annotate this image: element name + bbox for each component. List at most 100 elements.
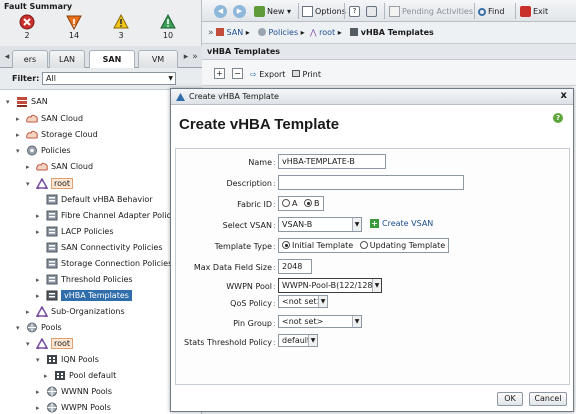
collapse-icon[interactable]: ▾ (16, 143, 24, 159)
expand-icon[interactable]: ▸ (36, 208, 44, 224)
updating-template-radio[interactable]: Updating Template (359, 241, 445, 250)
tree-node-iqn-pools[interactable]: ▾ IQN Pools (36, 352, 99, 368)
pin-group-select[interactable]: <not set> ▼ (278, 315, 362, 328)
tree-node-vhba-templates[interactable]: ▸ vHBA Templates (36, 288, 132, 304)
tree-node-san-connectivity-policies[interactable]: SAN Connectivity Policies (36, 240, 163, 256)
pin-group-row: Pin Group : <not set> ▼ (176, 315, 569, 331)
expand-icon[interactable]: ▸ (16, 127, 24, 143)
tree-node-label: SAN Cloud (51, 162, 94, 171)
expand-icon[interactable]: ▸ (36, 384, 44, 400)
tree-node-sub-organizations[interactable]: ▸ Sub-Organizations (26, 304, 125, 320)
expand-icon[interactable]: ▸ (36, 400, 44, 414)
stats-threshold-select[interactable]: default ▼ (278, 334, 318, 347)
filter-select[interactable]: All ▼ (42, 72, 176, 85)
add-icon[interactable]: + (214, 68, 225, 79)
tree-node-label: Threshold Policies (61, 275, 133, 284)
initial-template-radio[interactable]: Initial Template (282, 241, 353, 250)
binoculars-icon (478, 7, 486, 16)
export-button[interactable]: ⇨ Export (250, 68, 285, 81)
description-label: Description (226, 179, 272, 188)
tree-node-default-vhba-behavior[interactable]: Default vHBA Behavior (36, 192, 153, 208)
tree-node-label: SAN Connectivity Policies (61, 243, 163, 252)
help-icon[interactable]: ? (349, 6, 360, 17)
tab-more-icon[interactable]: » (190, 51, 200, 63)
tree-node-pools[interactable]: ▾ Pools (16, 320, 62, 336)
tab-scroll-left-icon[interactable]: ◂ (2, 51, 12, 63)
tree-node-pool-default[interactable]: ▸ Pool default (44, 368, 116, 384)
tree-node-policies-san-cloud[interactable]: ▸ SAN Cloud (26, 159, 93, 175)
expand-icon[interactable]: ▸ (26, 304, 34, 320)
tree-node-san[interactable]: ▾ SAN (6, 94, 48, 110)
chevron-down-icon: ▼ (352, 218, 361, 231)
collapse-icon[interactable]: ▾ (26, 176, 34, 192)
fabric-b-radio[interactable]: B (304, 199, 320, 208)
tree-node-wwnn-pools[interactable]: ▸ WWNN Pools (36, 384, 112, 400)
new-menu-button[interactable]: New ▾ (254, 5, 291, 18)
wwpn-pool-select[interactable]: WWPN-Pool-B(122/128) ▼ (278, 278, 382, 293)
collapse-icon[interactable]: ▾ (26, 336, 34, 352)
qos-policy-select[interactable]: <not set> ▼ (278, 295, 328, 308)
tree-node-policies[interactable]: ▾ Policies (16, 143, 71, 159)
template-form: Name : vHBA-TEMPLATE-B Description : Fab… (175, 148, 570, 385)
tree-node-storage-connection-policies[interactable]: Storage Connection Policies (36, 256, 172, 272)
collapse-icon[interactable]: ▾ (36, 352, 44, 368)
template-type-row: Template Type : Initial Template Updatin… (176, 238, 569, 254)
breadcrumb-policies[interactable]: Policies ▸ (258, 27, 305, 39)
remove-icon[interactable]: − (232, 68, 243, 79)
pending-activities-button[interactable]: Pending Activities (389, 5, 473, 18)
pending-label: Pending Activities (402, 7, 474, 16)
expand-icon[interactable]: ▸ (44, 368, 52, 384)
breadcrumb-root-link[interactable]: root (319, 28, 335, 37)
tab-san[interactable]: SAN (89, 50, 135, 69)
field-colon: : (273, 242, 276, 251)
fault-critical[interactable]: 2 (12, 14, 42, 40)
expand-icon[interactable]: ▸ (26, 159, 34, 175)
cancel-button[interactable]: Cancel (529, 392, 567, 406)
properties-icon[interactable] (366, 6, 377, 17)
fault-warning[interactable]: 10 (153, 14, 183, 40)
max-data-field-input[interactable]: 2048 (278, 259, 312, 274)
expand-icon[interactable]: ▸ (36, 224, 44, 240)
toolbar-separator (384, 3, 385, 19)
forward-icon[interactable]: ▶ (233, 5, 246, 18)
tree-node-root[interactable]: ▾ root (26, 176, 74, 192)
expand-icon[interactable]: ▸ (16, 111, 24, 127)
breadcrumb-san[interactable]: SAN ▸ (216, 27, 250, 39)
dialog-titlebar[interactable]: Create vHBA Template x (171, 89, 573, 105)
tree-node-fc-adapter-policies[interactable]: ▸ Fibre Channel Adapter Policies (36, 208, 182, 224)
collapse-icon[interactable]: ▾ (16, 320, 24, 336)
tree-node-storage-cloud[interactable]: ▸ Storage Cloud (16, 127, 98, 143)
close-icon[interactable]: x (561, 90, 567, 101)
create-vsan-link[interactable]: + Create VSAN (370, 219, 433, 228)
find-button[interactable]: Find (478, 5, 504, 18)
tab-vm[interactable]: VM (138, 50, 178, 68)
tree-node-san-cloud[interactable]: ▸ SAN Cloud (16, 111, 83, 127)
back-icon[interactable]: ◀ (214, 5, 227, 18)
critical-x-icon (19, 14, 35, 30)
tree-node-threshold-policies[interactable]: ▸ Threshold Policies (36, 272, 133, 288)
breadcrumb-san-link[interactable]: SAN (227, 28, 244, 37)
name-input[interactable]: vHBA-TEMPLATE-B (278, 154, 386, 169)
tree-node-wwpn-pools[interactable]: ▸ WWPN Pools (36, 400, 111, 414)
fabric-a-radio[interactable]: A (282, 199, 297, 208)
expand-icon[interactable]: ▸ (36, 288, 44, 304)
collapse-icon[interactable]: ▾ (6, 94, 14, 110)
tree-node-label: Sub-Organizations (51, 307, 125, 316)
description-input[interactable] (278, 175, 464, 190)
exit-button[interactable]: Exit (520, 5, 548, 18)
ok-button[interactable]: OK (497, 392, 523, 406)
options-button[interactable]: Options (302, 5, 346, 18)
vsan-select[interactable]: VSAN-B ▼ (278, 217, 362, 232)
tree-node-pools-root[interactable]: ▾ root (26, 336, 74, 352)
tree-node-lacp-policies[interactable]: ▸ LACP Policies (36, 224, 114, 240)
help-icon[interactable]: ? (553, 113, 563, 123)
breadcrumb-root[interactable]: ⋀ root ▸ (310, 27, 342, 39)
breadcrumb-policies-link[interactable]: Policies (269, 28, 299, 37)
tab-lan[interactable]: LAN (49, 50, 85, 68)
fault-minor[interactable]: 3 (106, 14, 136, 40)
fault-major[interactable]: 14 (59, 14, 89, 40)
expand-icon[interactable]: ▸ (36, 272, 44, 288)
print-button[interactable]: Print (292, 68, 321, 81)
tab-servers[interactable]: ers (12, 50, 48, 68)
chevron-down-icon: ▼ (352, 316, 361, 327)
